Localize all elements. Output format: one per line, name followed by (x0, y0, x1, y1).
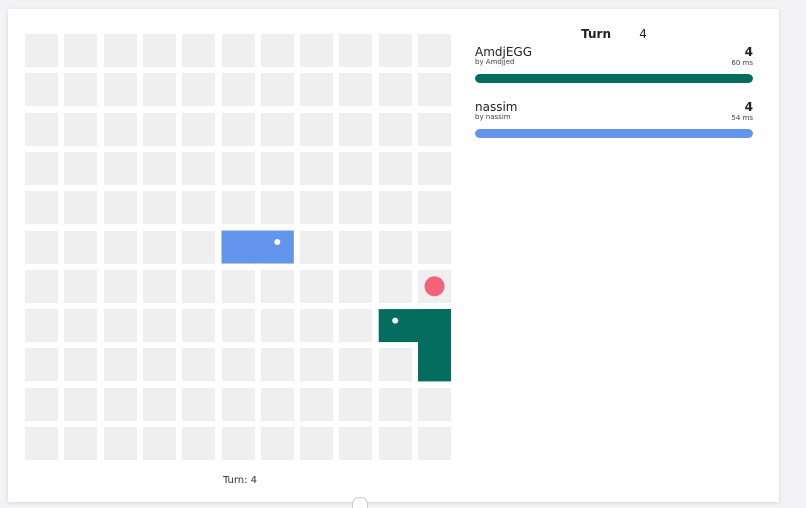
snake-segment (221, 230, 294, 264)
snake-segment (418, 309, 451, 382)
scoreboard: Turn 4 AmdjEGG by Amdjjed 4 60 ms nassim… (475, 23, 753, 155)
snake-length: 4 (744, 45, 753, 59)
snake-name: AmdjEGG (475, 45, 533, 59)
snake-latency: 54 ms (731, 114, 753, 122)
game-board (25, 34, 455, 464)
snake-latency: 60 ms (731, 59, 753, 67)
health-bar (475, 74, 753, 83)
turn-footer: Turn: 4 (222, 475, 258, 486)
health-bar (475, 129, 753, 138)
health-fill (475, 74, 753, 83)
snake-author: by nassim (475, 113, 511, 121)
turn-header: Turn 4 (475, 23, 753, 45)
snake-nassim (221, 230, 294, 264)
game-panel: Turn: 4 Turn 4 AmdjEGG by Amdjjed 4 60 m… (8, 9, 779, 502)
scroll-indicator[interactable] (352, 497, 368, 508)
snake-entry-nassim[interactable]: nassim by nassim 4 54 ms (475, 100, 753, 155)
snake-entry-amdjegg[interactable]: AmdjEGG by Amdjjed 4 60 ms (475, 45, 753, 100)
snake-head-eye-icon (392, 317, 399, 324)
food-pellet (424, 276, 445, 297)
turn-number: 4 (639, 27, 647, 41)
snake-length: 4 (744, 100, 753, 114)
snake-head-eye-icon (274, 239, 281, 245)
snake-layer (221, 230, 451, 382)
snake-name: nassim (475, 100, 518, 114)
snake-amdjegg (378, 309, 451, 382)
health-fill (475, 129, 753, 138)
snake-author: by Amdjjed (475, 58, 515, 66)
turn-label: Turn (581, 27, 612, 41)
